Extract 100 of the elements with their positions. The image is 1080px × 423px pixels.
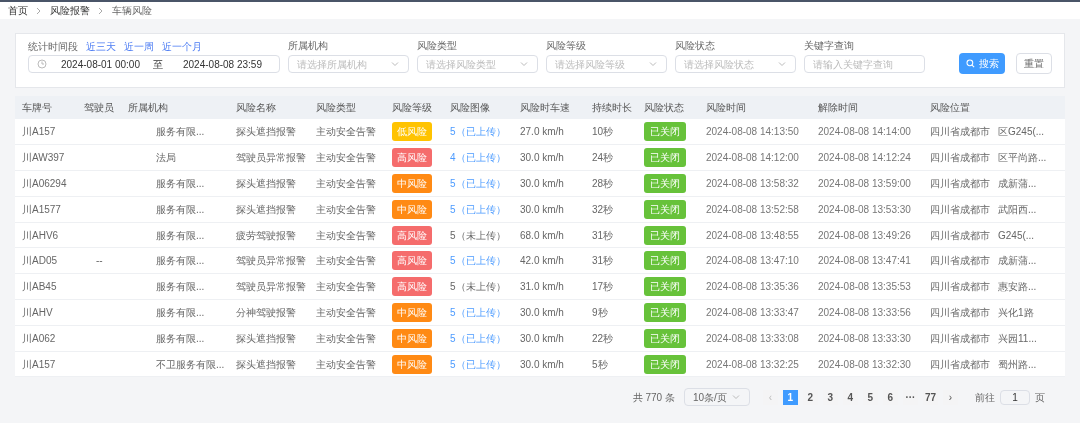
table-cell-text: 服务有限...: [155, 281, 205, 293]
image-link[interactable]: 5（已上传）: [450, 126, 506, 138]
table-cell: 主动安全告警: [316, 203, 376, 215]
column-header: 驾驶员: [84, 102, 114, 113]
table-cell-text: 服务有限...: [155, 178, 205, 189]
column-header: 车牌号: [22, 102, 52, 113]
search-icon: [965, 59, 975, 68]
table-cell: 2024-08-08 13:48:55: [706, 229, 799, 241]
table-cell-text: --: [95, 255, 103, 267]
table-cell: 2024-08-08 14:12:00: [706, 152, 799, 164]
table-cell: 30.0 km/h: [520, 203, 564, 215]
field-label: 风险等级: [546, 39, 587, 53]
page-size-select[interactable]: 10条/页: [683, 388, 750, 407]
column-header: 风险状态: [644, 102, 684, 113]
table-cell: 28秒: [592, 178, 614, 189]
table-cell: 9秒: [592, 306, 608, 318]
breadcrumb-link[interactable]: 首页: [8, 3, 28, 18]
table-cell: 惠安路...: [998, 281, 1037, 293]
table-cell: 5（未上传）: [450, 229, 506, 241]
table-cell: 探头遮挡报警: [236, 358, 296, 370]
field-label: 风险状态: [675, 39, 716, 53]
table-cell: 22秒: [592, 332, 614, 344]
breadcrumb-link[interactable]: 风险报警: [50, 3, 90, 18]
table-cell: 5秒: [592, 358, 608, 370]
table-cell: 探头遮挡报警: [236, 126, 296, 138]
table-cell: 主动安全告警: [316, 281, 376, 293]
quick-range-link[interactable]: 近一周: [124, 38, 154, 54]
date-range-field[interactable]: 2024-08-01 00:00 至 2024-08-08 23:59: [28, 55, 280, 73]
table-cell: 四川省成都市: [930, 229, 990, 241]
table-cell: 川A157: [22, 126, 56, 138]
table-cell: 成新蒲...: [998, 178, 1037, 189]
image-link[interactable]: 4（已上传）: [450, 152, 506, 164]
table-cell: 四川省成都市: [930, 126, 990, 138]
table-cell: 蜀州路...: [998, 358, 1037, 370]
table-cell: 30.0 km/h: [520, 152, 564, 164]
table-cell: 川A062: [22, 332, 56, 344]
table-cell-text: 服务有限...: [155, 306, 205, 318]
table-cell: 川A157: [22, 358, 56, 370]
column-header: 风险位置: [930, 102, 970, 113]
risk-level-badge: 中风险: [392, 199, 432, 219]
table-cell-text: 服务有限...: [155, 203, 205, 215]
field-label: 所属机构: [288, 39, 329, 53]
table-cell: 四川省成都市: [930, 332, 990, 344]
risk-level-badge: 低风险: [392, 122, 432, 142]
table-cell: 川AB45: [22, 281, 57, 293]
table-cell: 分神驾驶报警: [236, 306, 296, 318]
table-cell: 四川省成都市: [930, 281, 990, 293]
table-cell: 2024-08-08 13:58:32: [706, 178, 799, 189]
reset-button[interactable]: 重置: [1016, 53, 1052, 74]
table-cell: 2024-08-08 13:33:47: [706, 306, 799, 318]
column-header: 风险图像: [450, 102, 490, 113]
table-cell: G245(...: [998, 229, 1035, 241]
column-header: 持续时长: [592, 102, 632, 113]
table-cell: 10秒: [592, 126, 614, 138]
status-badge: 已关闭: [644, 174, 686, 193]
risk-level-badge: 高风险: [392, 251, 432, 271]
table-cell: 2024-08-08 13:47:10: [706, 255, 799, 267]
quick-range-link[interactable]: 近三天: [86, 38, 116, 54]
breadcrumb-link[interactable]: 车辆风险: [112, 3, 152, 18]
column-header: 风险类型: [316, 102, 356, 113]
table-cell: 主动安全告警: [316, 358, 376, 370]
table-cell: 主动安全告警: [316, 229, 376, 241]
table-cell: 32秒: [592, 203, 614, 215]
table-cell: 四川省成都市: [930, 203, 990, 215]
table-cell: 2024-08-08 13:52:58: [706, 203, 799, 215]
table-cell: 2024-08-08 13:32:30: [818, 358, 911, 370]
table-cell: 31秒: [592, 255, 614, 267]
status-badge: 已关闭: [644, 328, 686, 348]
status-badge: 已关闭: [644, 122, 686, 142]
status-badge: 已关闭: [644, 302, 686, 322]
quick-range-link[interactable]: 近一个月: [162, 38, 202, 54]
image-link[interactable]: 5（已上传）: [450, 203, 506, 215]
image-link[interactable]: 5（已上传）: [450, 358, 506, 370]
table-cell: 四川省成都市: [930, 178, 990, 189]
table-cell: 30.0 km/h: [520, 332, 564, 344]
table-cell: 2024-08-08 13:47:41: [818, 255, 911, 267]
table-cell-text: 服务有限...: [155, 229, 205, 241]
table-cell: 川AHV6: [22, 229, 59, 241]
table-cell: 2024-08-08 13:53:30: [818, 203, 911, 215]
image-link[interactable]: 5（已上传）: [450, 255, 506, 267]
table-cell: 2024-08-08 14:12:24: [818, 152, 911, 164]
table-cell: 2024-08-08 13:33:30: [818, 332, 911, 344]
page-button[interactable]: 1: [782, 389, 798, 405]
image-link[interactable]: 5（已上传）: [450, 178, 506, 189]
table-cell: 川AD05: [22, 255, 57, 267]
table-cell: 主动安全告警: [316, 332, 376, 344]
table-cell: 兴化1路: [998, 306, 1034, 318]
status-badge: 已关闭: [644, 148, 686, 168]
page-number-field[interactable]: 1: [1000, 389, 1030, 405]
chevron-down-icon: [390, 59, 400, 69]
keyword-field[interactable]: 请输入关键字查询: [804, 55, 925, 73]
table-cell: 68.0 km/h: [520, 229, 564, 241]
image-link[interactable]: 5（已上传）: [450, 306, 506, 318]
table-cell: 2024-08-08 13:33:56: [818, 306, 911, 318]
risk-level-badge: 中风险: [392, 354, 432, 374]
image-link[interactable]: 5（已上传）: [450, 332, 506, 344]
chevron-down-icon: [777, 59, 787, 69]
risk-level-badge: 中风险: [392, 302, 432, 322]
search-button[interactable]: 搜索: [959, 53, 1005, 74]
table-cell: 探头遮挡报警: [236, 178, 296, 189]
